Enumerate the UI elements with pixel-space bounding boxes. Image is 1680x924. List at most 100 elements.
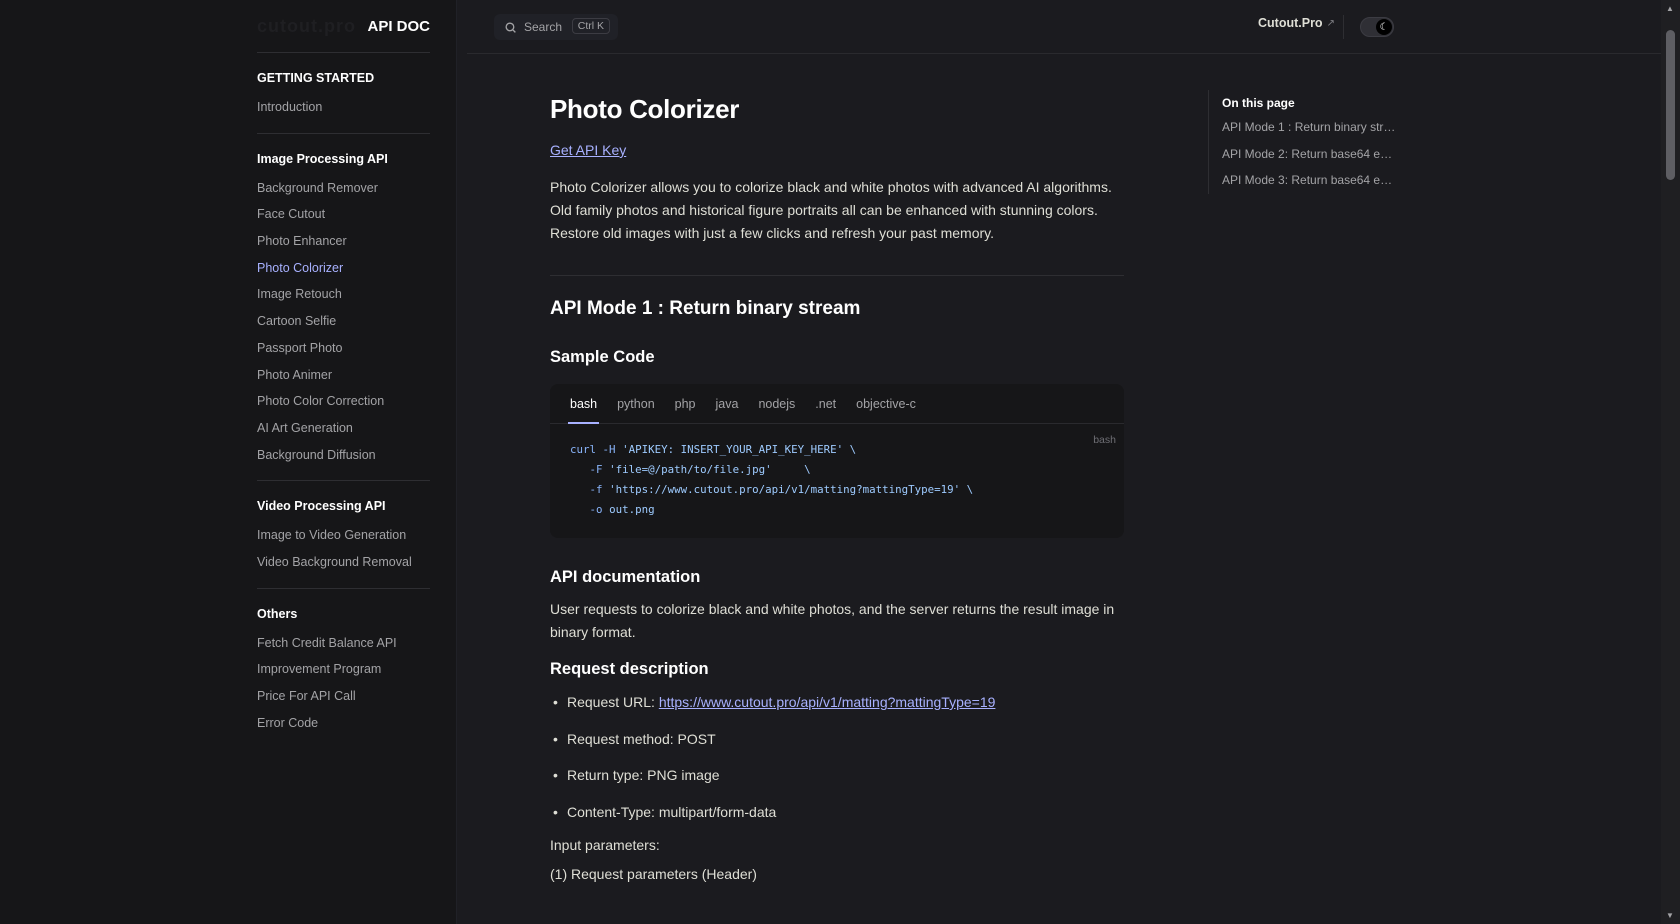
scrollbar-thumb[interactable] [1666, 30, 1675, 180]
request-url-link[interactable]: https://www.cutout.pro/api/v1/matting?ma… [659, 694, 996, 710]
scroll-down-icon[interactable]: ▼ [1666, 911, 1674, 920]
code-language-label: bash [1093, 434, 1116, 446]
mode1-heading: API Mode 1 : Return binary stream [550, 298, 861, 319]
external-link-icon: ↗ [1326, 17, 1335, 29]
code-line: curl -H 'APIKEY: INSERT_YOUR_API_KEY_HER… [570, 440, 1104, 460]
sidebar-nav: GETTING STARTED Introduction Image Process… [257, 53, 430, 748]
scroll-up-icon[interactable]: ▲ [1666, 4, 1674, 13]
tab-python[interactable]: python [617, 397, 655, 423]
main-content: Photo Colorizer Get API Key Photo Colori… [550, 54, 1124, 882]
request-list: Request URL: https://www.cutout.pro/api/… [550, 691, 1124, 837]
sidebar-item-face-cutout[interactable]: Face Cutout [257, 201, 430, 228]
api-doc-text: User requests to colorize black and whit… [550, 601, 1115, 640]
brand-logo[interactable]: cutout.pro [257, 16, 356, 37]
sidebar-item-image-retouch[interactable]: Image Retouch [257, 281, 430, 308]
on-this-page-item[interactable]: API Mode 3: Return base64 encoding [1222, 167, 1397, 194]
topbar: Search Ctrl K Cutout.Pro ↗ ☾ [467, 0, 1661, 54]
list-item: Request method: POST [550, 728, 1124, 765]
code-flag: -F [589, 463, 603, 476]
code-line: -o out.png [570, 500, 1104, 520]
on-this-page: On this page API Mode 1 : Return binary … [1208, 90, 1398, 195]
code-line: -F 'file=@/path/to/file.jpg' \ [570, 460, 1104, 480]
search-icon [505, 21, 516, 33]
sample-code-heading: Sample Code [550, 348, 655, 366]
page-title: Photo Colorizer [550, 94, 740, 124]
sidebar-item-error-code[interactable]: Error Code [257, 710, 430, 737]
on-this-page-item[interactable]: API Mode 1 : Return binary stream [1222, 114, 1397, 141]
tab-java[interactable]: java [716, 397, 739, 423]
cutout-pro-link[interactable]: Cutout.Pro [1258, 16, 1323, 30]
top-nav: Cutout.Pro ↗ [1258, 16, 1335, 30]
sidebar-item-cartoon-selfie[interactable]: Cartoon Selfie [257, 308, 430, 335]
sidebar-item-photo-animer[interactable]: Photo Animer [257, 362, 430, 389]
nav-group-heading: Others [257, 606, 298, 621]
nav-group: Video Processing API Image to Video Gener… [257, 481, 430, 589]
sidebar-item-improvement-program[interactable]: Improvement Program [257, 656, 430, 683]
nav-group-heading: Video Processing API [257, 499, 386, 514]
search-label: Search [524, 20, 563, 34]
tab-net[interactable]: .net [815, 397, 836, 423]
nav-group: Others Fetch Credit Balance API Improvemen… [257, 589, 430, 749]
request-url-label: Request URL: [567, 694, 659, 710]
sidebar-item-price-for-api-call[interactable]: Price For API Call [257, 683, 430, 710]
list-item: Content-Type: multipart/form-data [550, 801, 1124, 838]
sidebar-item-passport-photo[interactable]: Passport Photo [257, 335, 430, 362]
sidebar-item-image-to-video-generation[interactable]: Image to Video Generation [257, 522, 430, 549]
list-item: Request URL: https://www.cutout.pro/api/… [550, 691, 1124, 728]
code-flag: -f [589, 483, 603, 496]
intro-text: Photo Colorizer allows you to colorize b… [550, 179, 1112, 241]
sidebar-item-fetch-credit-balance-api[interactable]: Fetch Credit Balance API [257, 630, 430, 657]
header-parameters-text: (1) Request parameters (Header) [550, 866, 757, 882]
nav-group: Image Processing API Background Remover Fa… [257, 134, 430, 482]
on-this-page-title: On this page [1222, 96, 1295, 110]
scrollbar[interactable]: ▲ ▼ [1661, 0, 1680, 924]
on-this-page-item[interactable]: API Mode 2: Return base64 encoding [1222, 141, 1397, 168]
tab-nodejs[interactable]: nodejs [758, 397, 795, 423]
code-block: bash python php java nodejs .net objective-c b… [550, 384, 1124, 538]
code-flag: -o [589, 503, 603, 516]
input-parameters-text: Input parameters: [550, 837, 660, 853]
moon-icon: ☾ [1376, 19, 1392, 35]
sidebar-inner: cutout.pro API DOC GETTING STARTED Introd… [257, 0, 430, 748]
search-button[interactable]: Search Ctrl K [494, 14, 618, 40]
tab-objective-c[interactable]: objective-c [856, 397, 916, 423]
sidebar-item-introduction[interactable]: Introduction [257, 94, 430, 121]
code-command [570, 463, 583, 476]
code-line: -f 'https://www.cutout.pro/api/v1/mattin… [570, 480, 1104, 500]
code-lines: curl -H 'APIKEY: INSERT_YOUR_API_KEY_HER… [570, 440, 1104, 520]
sidebar-item-photo-enhancer[interactable]: Photo Enhancer [257, 228, 430, 255]
code-argument: out.png [609, 503, 655, 516]
search-shortcut: Ctrl K [571, 18, 610, 34]
sidebar-item-ai-art-generation[interactable]: AI Art Generation [257, 415, 430, 442]
get-api-key-link[interactable]: Get API Key [550, 142, 626, 158]
divider [550, 275, 1124, 276]
code-content[interactable]: bash curl -H 'APIKEY: INSERT_YOUR_API_KE… [550, 424, 1124, 538]
sidebar-item-background-diffusion[interactable]: Background Diffusion [257, 442, 430, 469]
api-doc-heading: API documentation [550, 568, 701, 586]
sidebar: cutout.pro API DOC GETTING STARTED Introd… [0, 0, 457, 924]
brand-title[interactable]: API DOC [367, 18, 430, 35]
sidebar-item-video-background-removal[interactable]: Video Background Removal [257, 549, 430, 576]
nav-group: GETTING STARTED Introduction [257, 53, 430, 134]
theme-toggle[interactable]: ☾ [1360, 17, 1394, 37]
nav-group-heading: Image Processing API [257, 151, 388, 166]
sidebar-item-photo-color-correction[interactable]: Photo Color Correction [257, 388, 430, 415]
request-description-heading: Request description [550, 660, 709, 678]
brand: cutout.pro API DOC [257, 0, 430, 53]
code-argument: 'APIKEY: INSERT_YOUR_API_KEY_HERE' \ [622, 443, 857, 456]
code-tabs: bash python php java nodejs .net objective-c [550, 384, 1124, 424]
code-flag: -H [602, 443, 616, 456]
code-command: curl [570, 443, 597, 456]
sidebar-item-photo-colorizer[interactable]: Photo Colorizer [257, 255, 430, 282]
list-item: Return type: PNG image [550, 764, 1124, 801]
on-this-page-list: API Mode 1 : Return binary stream API Mod… [1222, 114, 1398, 194]
sidebar-item-background-remover[interactable]: Background Remover [257, 175, 430, 202]
code-argument: 'file=@/path/to/file.jpg' \ [609, 463, 811, 476]
code-command [570, 483, 583, 496]
tab-bash[interactable]: bash [567, 397, 600, 424]
code-argument: 'https://www.cutout.pro/api/v1/matting?m… [609, 483, 974, 496]
tab-php[interactable]: php [675, 397, 696, 423]
nav-group-heading: GETTING STARTED [257, 71, 375, 85]
code-command [570, 503, 583, 516]
divider [1343, 15, 1344, 39]
